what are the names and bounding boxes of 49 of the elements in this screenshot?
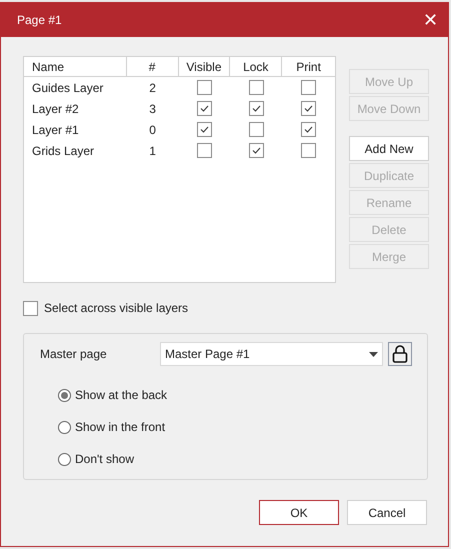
layer-number: 2 — [149, 80, 156, 96]
print-checkbox[interactable] — [301, 143, 316, 158]
window-title: Page #1 — [17, 12, 62, 29]
action-button[interactable]: Add New — [349, 136, 429, 161]
close-button[interactable]: ✕ — [423, 11, 438, 29]
layer-name: Layer #1 — [31, 122, 80, 138]
column-header[interactable]: Lock — [230, 57, 282, 76]
layer-number: 3 — [149, 100, 156, 118]
visible-checkbox[interactable] — [196, 80, 212, 95]
checkmark-icon — [252, 105, 261, 112]
layer-name: Grids Layer — [31, 142, 96, 160]
radio-label: Don't show — [75, 451, 134, 468]
layer-number: 0 — [149, 122, 156, 138]
lock-checkbox[interactable] — [248, 122, 264, 137]
padlock-icon — [392, 345, 408, 363]
visible-checkbox[interactable] — [196, 143, 212, 158]
lock-checkbox[interactable] — [248, 101, 264, 116]
lock-button[interactable] — [388, 342, 412, 366]
select-across-checkbox[interactable] — [23, 300, 38, 316]
dialog-button[interactable]: OK — [259, 500, 339, 525]
checkmark-icon — [304, 105, 314, 112]
radio-label: Show in the front — [75, 419, 166, 436]
checkmark-icon — [304, 126, 314, 133]
column-header[interactable]: Print — [282, 57, 335, 76]
checkmark-icon — [200, 105, 209, 112]
print-checkbox[interactable] — [301, 122, 316, 137]
column-header[interactable]: Name — [24, 57, 127, 76]
column-header[interactable]: Visible — [178, 57, 230, 76]
lock-checkbox[interactable] — [248, 143, 264, 158]
radio-button[interactable] — [58, 388, 71, 402]
checkmark-icon — [252, 147, 261, 154]
radio-button[interactable] — [58, 452, 71, 466]
print-checkbox[interactable] — [301, 101, 316, 116]
checkmark-icon — [200, 126, 209, 133]
lock-checkbox[interactable] — [248, 80, 264, 95]
dialog-button[interactable]: Cancel — [347, 500, 427, 525]
layer-name: Guides Layer — [31, 80, 104, 96]
master-page-dropdown[interactable]: Master Page #1 — [160, 342, 383, 366]
layer-name: Layer #2 — [31, 100, 80, 118]
radio-button[interactable] — [58, 420, 71, 434]
visible-checkbox[interactable] — [196, 122, 212, 137]
master-page-label: Master page — [40, 346, 108, 363]
layer-number: 1 — [149, 142, 156, 160]
column-header[interactable]: # — [126, 57, 179, 76]
visible-checkbox[interactable] — [196, 101, 212, 116]
print-checkbox[interactable] — [301, 80, 316, 95]
radio-label: Show at the back — [75, 387, 168, 404]
checkbox-label: Select across visible layers — [44, 300, 188, 317]
dropdown-arrow-icon — [369, 352, 378, 356]
